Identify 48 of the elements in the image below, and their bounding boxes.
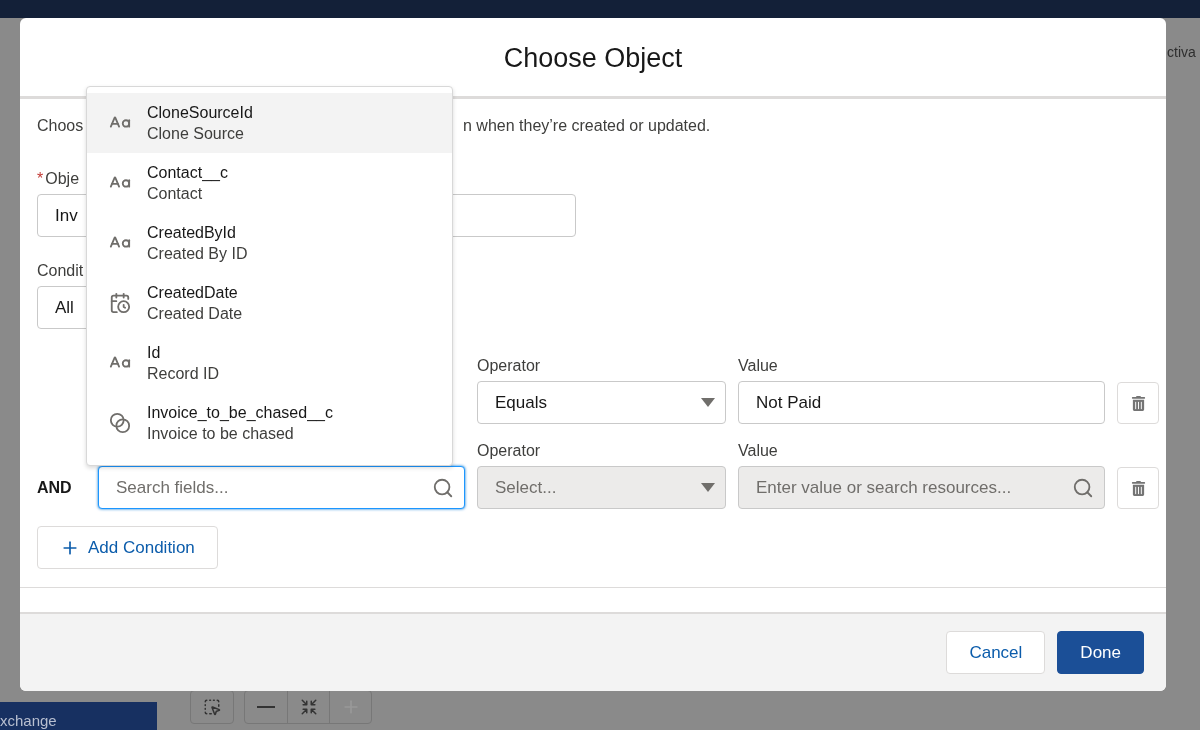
description-text: Choos [37, 117, 84, 136]
operator-label: Operator [477, 357, 542, 375]
field-label: Created By ID [147, 244, 248, 263]
background-text: ctiva [1167, 44, 1196, 60]
field-name: CloneSourceId [147, 103, 253, 122]
field-label: Condit [37, 262, 84, 280]
field-name: Id [147, 343, 162, 362]
dashed-pointer-icon [203, 698, 221, 716]
field-name: CreatedDate [147, 283, 239, 302]
done-button[interactable]: Done [1057, 631, 1144, 674]
caret-icon [701, 398, 715, 407]
dropdown-option[interactable]: CreatedById Created By ID [87, 213, 452, 273]
value-label: Value [738, 357, 779, 375]
logic-label: AND [37, 477, 73, 498]
value-input[interactable]: Not Paid [738, 381, 1105, 424]
dropdown-option[interactable]: Invoice_to_be_chased__c Invoice to be chased [87, 393, 452, 453]
field-label: Clone Source [147, 124, 245, 143]
caret-icon [701, 483, 715, 492]
dropdown-option[interactable]: Contact__c Contact [87, 153, 452, 213]
delete-button[interactable] [1117, 467, 1159, 509]
field-label: Invoice to be chased [147, 424, 295, 443]
field-name: Invoice_to_be_chased__c [147, 403, 333, 422]
calendar-icon [109, 292, 131, 314]
field-name: Contact__c [147, 163, 228, 182]
search-icon [1072, 476, 1094, 499]
field-name: CreatedById [147, 223, 237, 242]
shrink-icon [299, 698, 318, 716]
overlapping-circles-icon [109, 412, 131, 434]
dropdown-option[interactable]: Id Record ID [87, 333, 452, 393]
modal-title: Choose Object [503, 41, 683, 74]
cancel-button[interactable]: Cancel [946, 631, 1046, 674]
value-label: Value [738, 442, 779, 460]
field-label: Obje [45, 170, 80, 188]
operator-select[interactable]: Equals [477, 381, 726, 424]
trash-icon [1130, 480, 1146, 496]
trash-icon [1130, 395, 1146, 411]
operator-label: Operator [477, 442, 542, 460]
description-text: n when they’re created or updated. [463, 117, 711, 135]
add-condition-button[interactable]: Add Condition [37, 526, 218, 569]
delete-button[interactable] [1117, 382, 1159, 424]
search-icon [432, 476, 454, 499]
field-label: Contact [147, 184, 204, 203]
field-label: Record ID [147, 364, 220, 383]
field-label: Created Date [147, 304, 243, 323]
minus-icon [257, 706, 275, 708]
required-mark: * [37, 170, 44, 188]
dropdown-option[interactable]: CreatedDate Created Date [87, 273, 452, 333]
dropdown-option[interactable]: CloneSourceId Clone Source [87, 93, 452, 153]
